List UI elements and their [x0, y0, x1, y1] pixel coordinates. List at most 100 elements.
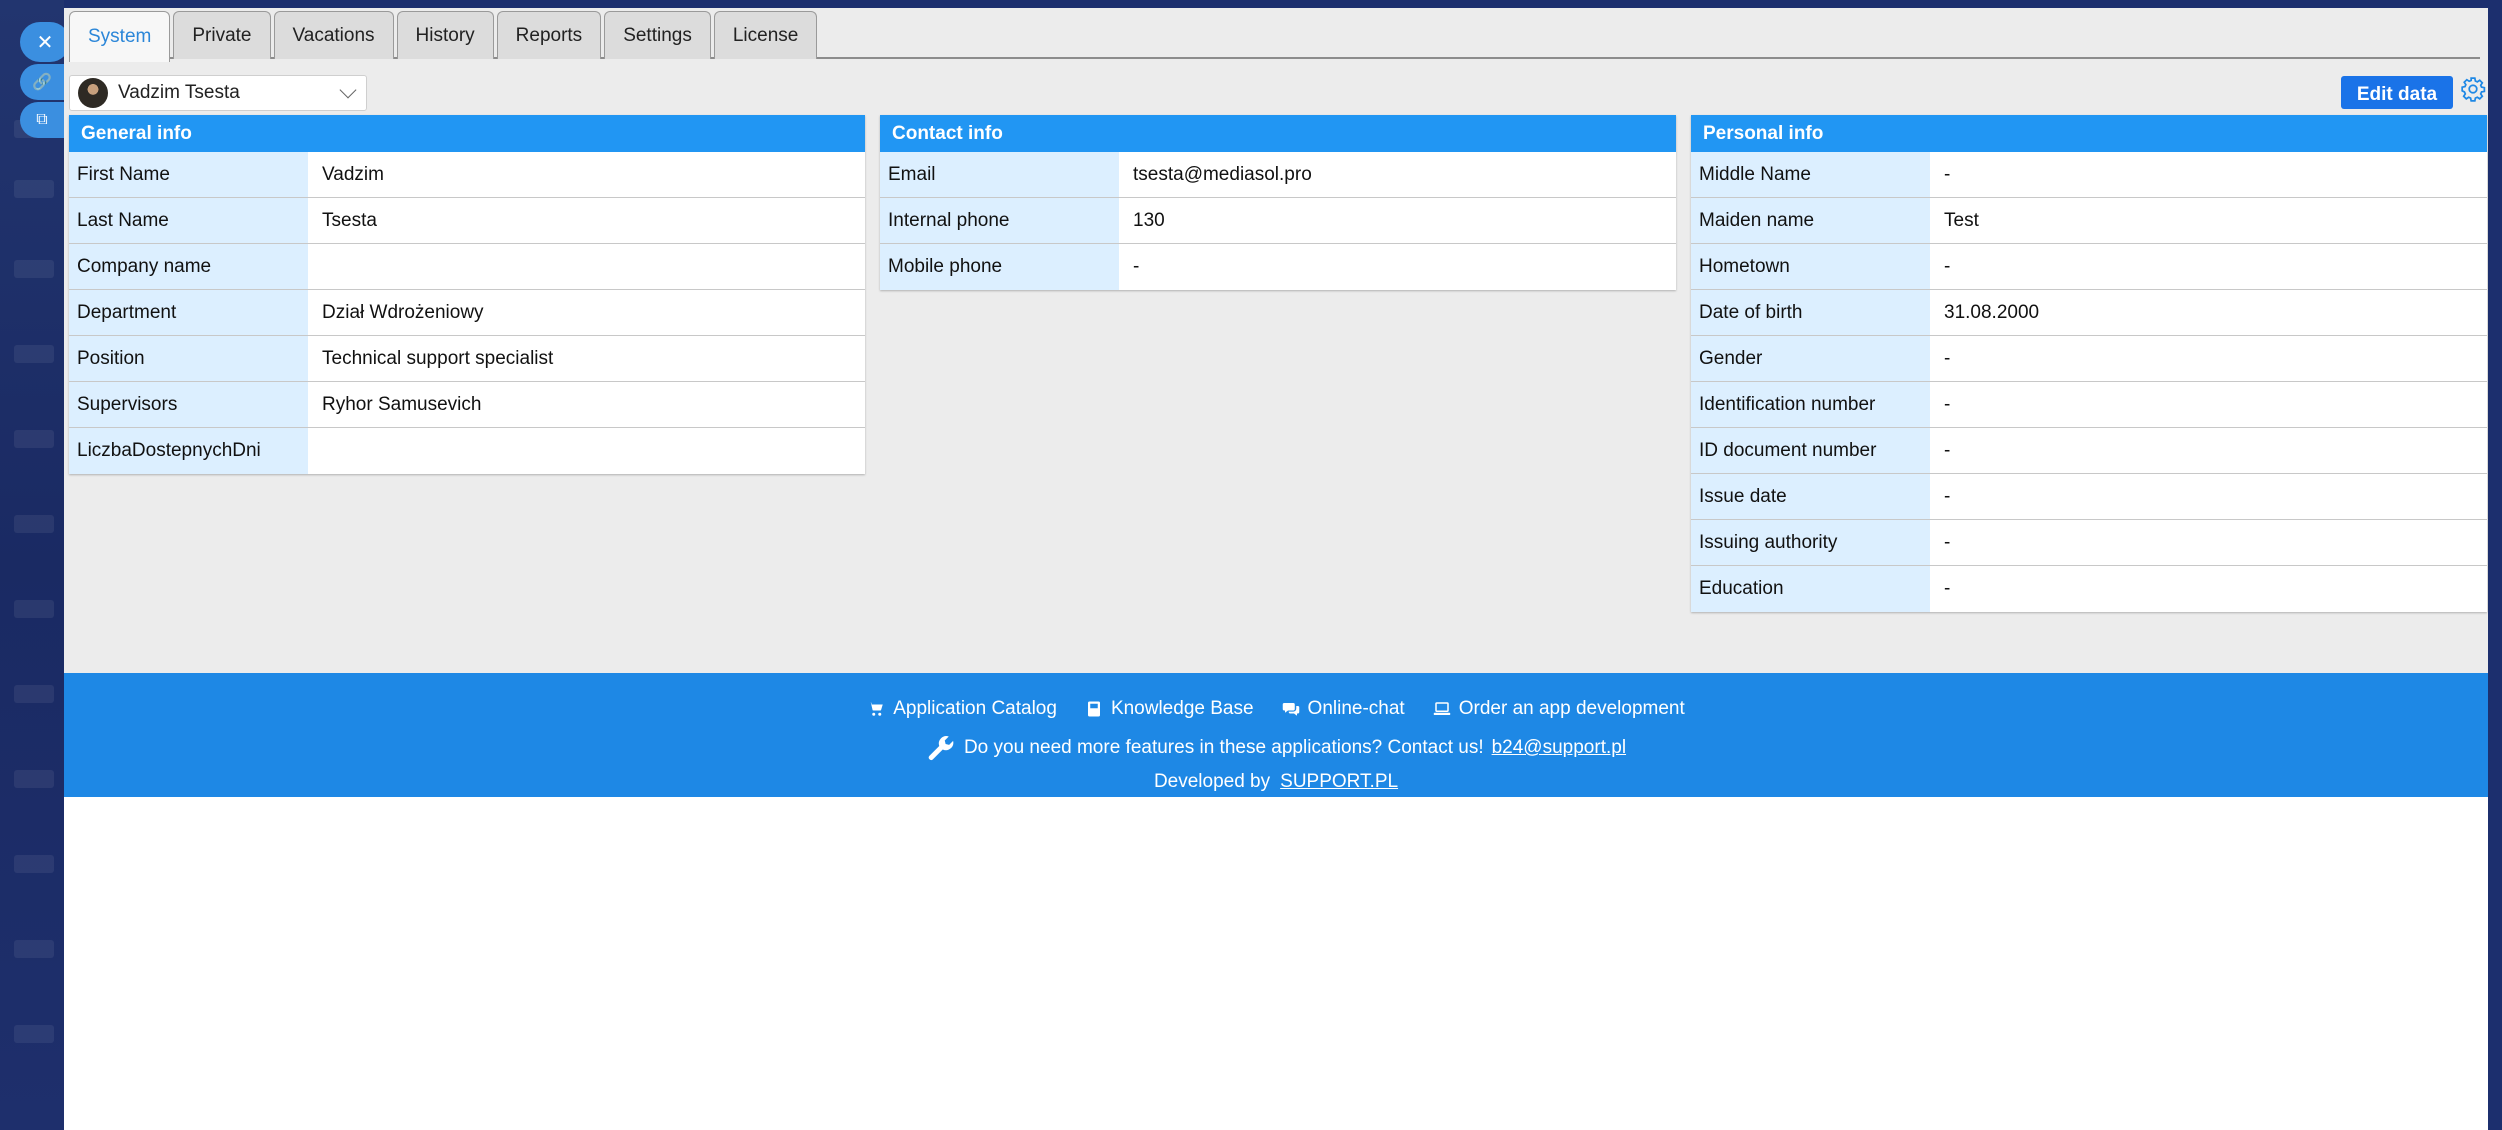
field-value: -: [1944, 393, 1951, 415]
book-icon: [1087, 701, 1100, 717]
chevron-down-icon: [339, 81, 357, 99]
edit-data-button[interactable]: Edit data: [2341, 76, 2453, 109]
table-row: Supervisors Ryhor Samusevich: [69, 382, 865, 428]
table-row: Hometown -: [1691, 244, 2487, 290]
field-value: Ryhor Samusevich: [322, 393, 482, 415]
footer: Application Catalog Knowledge Base Onlin…: [64, 673, 2488, 797]
table-row: Email tsesta@mediasol.pro: [880, 152, 1676, 198]
table-row: ID document number -: [1691, 428, 2487, 474]
card-title: Personal info: [1691, 115, 2487, 152]
field-value: Tsesta: [322, 209, 377, 231]
field-label: Internal phone: [880, 198, 1119, 243]
field-label: Email: [880, 152, 1119, 197]
content-area: System Private Vacations History Reports…: [64, 8, 2488, 673]
field-value: [308, 428, 865, 474]
developer-link[interactable]: SUPPORT.PL: [1280, 771, 1398, 793]
personal-info-card: Personal info Middle Name - Maiden name …: [1691, 115, 2487, 612]
tab-settings[interactable]: Settings: [604, 11, 711, 59]
field-value: [308, 244, 865, 289]
field-label: Issuing authority: [1691, 520, 1930, 565]
field-value: 31.08.2000: [1944, 301, 2040, 323]
background-item: [14, 430, 54, 448]
field-label: Education: [1691, 566, 1930, 612]
table-row: Date of birth 31.08.2000: [1691, 290, 2487, 336]
background-item: [14, 600, 54, 618]
tab-vacations[interactable]: Vacations: [273, 11, 394, 59]
field-label: Middle Name: [1691, 152, 1930, 197]
field-value: -: [1944, 485, 1951, 507]
table-row: Identification number -: [1691, 382, 2487, 428]
card-title: General info: [69, 115, 865, 152]
table-row: Last Name Tsesta: [69, 198, 865, 244]
table-row: Middle Name -: [1691, 152, 2487, 198]
field-label: ID document number: [1691, 428, 1930, 473]
link-label: Application Catalog: [893, 698, 1057, 719]
knowledge-base-link[interactable]: Knowledge Base: [1085, 698, 1254, 720]
application-catalog-link[interactable]: Application Catalog: [867, 698, 1057, 720]
tab-reports[interactable]: Reports: [496, 11, 602, 59]
tab-history[interactable]: History: [396, 11, 494, 59]
field-label: Hometown: [1691, 244, 1930, 289]
app-panel: System Private Vacations History Reports…: [64, 8, 2488, 1130]
link-label: Knowledge Base: [1110, 698, 1254, 719]
table-row: Issue date -: [1691, 474, 2487, 520]
table-row: Position Technical support specialist: [69, 336, 865, 382]
background-item: [14, 770, 54, 788]
background-item: [14, 855, 54, 873]
close-panel-button[interactable]: ✕: [20, 22, 70, 62]
user-selector[interactable]: Vadzim Tsesta: [69, 75, 367, 111]
background-item: [14, 515, 54, 533]
field-label: Identification number: [1691, 382, 1930, 427]
online-chat-link[interactable]: Online-chat: [1282, 698, 1405, 720]
wrench-icon: [928, 736, 954, 760]
background-sidebar: [0, 0, 64, 1130]
link-label: Online-chat: [1307, 698, 1405, 719]
field-value: -: [1944, 347, 1951, 369]
background-item: [14, 685, 54, 703]
field-value: -: [1944, 163, 1951, 185]
tab-bar: System Private Vacations History Reports…: [69, 11, 818, 62]
table-row: First Name Vadzim: [69, 152, 865, 198]
field-label: Gender: [1691, 336, 1930, 381]
gear-icon[interactable]: [2460, 76, 2486, 102]
contact-email-link[interactable]: b24@support.pl: [1492, 737, 1626, 759]
link-label: Order an app development: [1458, 698, 1685, 719]
laptop-icon: [1433, 702, 1450, 715]
field-label: Maiden name: [1691, 198, 1930, 243]
field-value: -: [1944, 578, 1951, 599]
table-row: Issuing authority -: [1691, 520, 2487, 566]
field-label: LiczbaDostepnychDni: [69, 428, 308, 474]
contact-info-card: Contact info Email tsesta@mediasol.pro I…: [880, 115, 1676, 290]
footer-links: Application Catalog Knowledge Base Onlin…: [64, 698, 2488, 720]
background-item: [14, 260, 54, 278]
cart-icon: [868, 702, 883, 716]
field-label: Company name: [69, 244, 308, 289]
general-info-card: General info First Name Vadzim Last Name…: [69, 115, 865, 474]
field-value: tsesta@mediasol.pro: [1133, 163, 1312, 185]
table-row: Education -: [1691, 566, 2487, 612]
field-value: Vadzim: [322, 163, 384, 185]
field-label: Department: [69, 290, 308, 335]
field-label: Last Name: [69, 198, 308, 243]
order-app-link[interactable]: Order an app development: [1433, 698, 1685, 720]
field-label: Date of birth: [1691, 290, 1930, 335]
tab-private[interactable]: Private: [173, 11, 271, 59]
field-label: First Name: [69, 152, 308, 197]
field-label: Issue date: [1691, 474, 1930, 519]
field-value: Technical support specialist: [322, 347, 554, 369]
field-value: 130: [1133, 209, 1165, 231]
tab-license[interactable]: License: [713, 11, 818, 59]
avatar: [78, 78, 108, 108]
table-row: Mobile phone -: [880, 244, 1676, 290]
table-row: LiczbaDostepnychDni: [69, 428, 865, 474]
card-title: Contact info: [880, 115, 1676, 152]
background-item: [14, 345, 54, 363]
open-in-new-icon[interactable]: ⧉: [20, 102, 64, 138]
footer-credits: Developed by SUPPORT.PL: [64, 771, 2488, 793]
user-name: Vadzim Tsesta: [118, 82, 240, 103]
link-icon[interactable]: 🔗: [20, 64, 64, 100]
tab-system[interactable]: System: [69, 11, 171, 62]
field-value: Test: [1944, 209, 1979, 231]
background-item: [14, 940, 54, 958]
field-value: -: [1133, 256, 1140, 277]
